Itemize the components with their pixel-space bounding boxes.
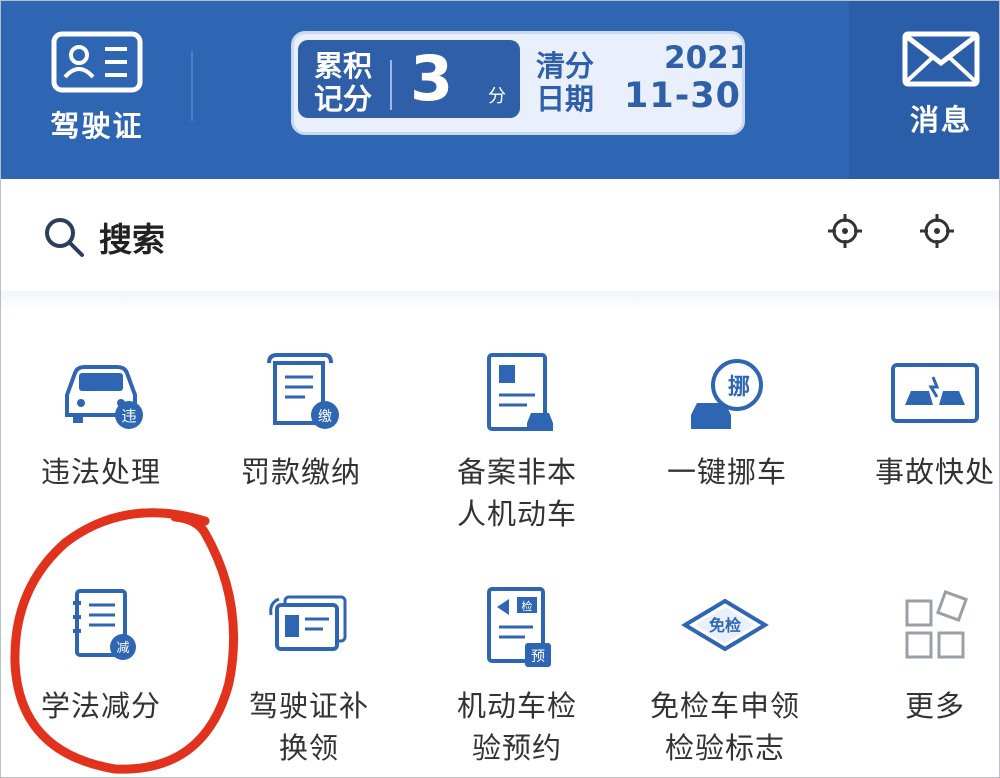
service-label: 驾驶证补 换领 <box>248 689 369 765</box>
svg-text:预: 预 <box>531 649 545 665</box>
accident-photo-icon <box>891 363 979 423</box>
svg-text:减: 减 <box>116 641 129 656</box>
svg-text:免检: 免检 <box>709 616 741 635</box>
points-title-line1: 累积 <box>313 49 372 83</box>
inspection-document-icon: 检 预 <box>487 587 551 667</box>
id-card-icon <box>51 31 143 93</box>
clear-title-line1: 清分 <box>535 49 594 83</box>
clear-date-title: 清分 日期 <box>530 50 600 116</box>
driver-license-button[interactable]: 驾驶证 <box>41 31 153 145</box>
clear-date: 11-30 <box>624 76 741 116</box>
license-card-icon <box>269 595 347 651</box>
points-card[interactable]: 累积 记分 3 分 清分 日期 2021 11-30 <box>291 31 745 135</box>
service-label: 免检车申领 检验标志 <box>649 689 800 765</box>
service-label: 违法处理 <box>40 455 161 489</box>
notebook-icon: 减 <box>73 589 136 660</box>
service-grid: 违 违法处理 缴 罚款缴纳 备案非本 人机动车 挪 一键挪车 事故快处 减 学法… <box>1 341 999 777</box>
service-register-vehicle[interactable]: 备案非本 人机动车 <box>417 351 617 535</box>
points-box: 累积 记分 3 分 <box>298 40 520 118</box>
envelope-icon <box>902 31 980 87</box>
clear-year: 2021 <box>664 40 745 76</box>
service-violation-handling[interactable]: 违 违法处理 <box>1 351 201 493</box>
service-label: 罚款缴纳 <box>240 455 361 489</box>
svg-text:缴: 缴 <box>318 409 332 425</box>
app-screen: 驾驶证 累积 记分 3 分 清分 日期 2021 11-30 消息 搜索 违 违… <box>0 0 1000 778</box>
service-move-car[interactable]: 挪 一键挪车 <box>627 351 827 493</box>
points-title-line2: 记分 <box>313 82 372 116</box>
move-car-icon: 挪 <box>691 359 763 429</box>
search-bar[interactable]: 搜索 <box>1 179 999 292</box>
grid-more-icon <box>905 589 969 659</box>
service-label: 备案非本 人机动车 <box>456 455 577 531</box>
points-unit: 分 <box>488 86 506 107</box>
exempt-badge-icon: 免检 <box>681 598 769 652</box>
service-study-law-reduce-points[interactable]: 减 学法减分 <box>1 585 201 727</box>
service-license-renewal[interactable]: 驾驶证补 换领 <box>209 585 409 769</box>
crosshair-icon[interactable] <box>919 213 955 249</box>
service-fine-payment[interactable]: 缴 罚款缴纳 <box>201 351 401 493</box>
clear-title-line2: 日期 <box>535 82 594 116</box>
points-progress <box>316 126 736 132</box>
service-label: 事故快处 <box>874 455 995 489</box>
service-label: 更多 <box>904 689 965 723</box>
service-more[interactable]: 更多 <box>835 585 999 727</box>
message-label: 消息 <box>909 103 972 137</box>
service-label: 一键挪车 <box>666 455 787 489</box>
service-accident-quick[interactable]: 事故快处 <box>835 351 999 493</box>
svg-text:挪: 挪 <box>728 375 750 400</box>
driver-license-label: 驾驶证 <box>50 109 144 143</box>
points-title: 累积 记分 <box>308 50 378 116</box>
svg-text:违: 违 <box>121 407 136 425</box>
points-divider <box>390 60 392 110</box>
header-divider <box>191 51 193 121</box>
service-exempt-inspection-label[interactable]: 免检 免检车申领 检验标志 <box>625 585 825 769</box>
header-bar: 驾驶证 累积 记分 3 分 清分 日期 2021 11-30 消息 <box>1 1 999 179</box>
service-inspection-appointment[interactable]: 检 预 机动车检 验预约 <box>417 585 617 769</box>
message-button[interactable]: 消息 <box>891 31 991 139</box>
car-violation-icon: 违 <box>65 365 143 429</box>
svg-text:检: 检 <box>522 599 533 613</box>
search-icon <box>45 218 84 257</box>
points-value: 3 <box>410 42 454 115</box>
section-divider <box>1 291 999 309</box>
scroll-document-icon: 缴 <box>267 353 339 429</box>
crosshair-icon[interactable] <box>827 213 863 249</box>
search-label: 搜索 <box>99 220 165 259</box>
registration-document-icon <box>487 353 553 431</box>
service-label: 机动车检 验预约 <box>456 689 577 765</box>
service-label: 学法减分 <box>40 689 161 723</box>
